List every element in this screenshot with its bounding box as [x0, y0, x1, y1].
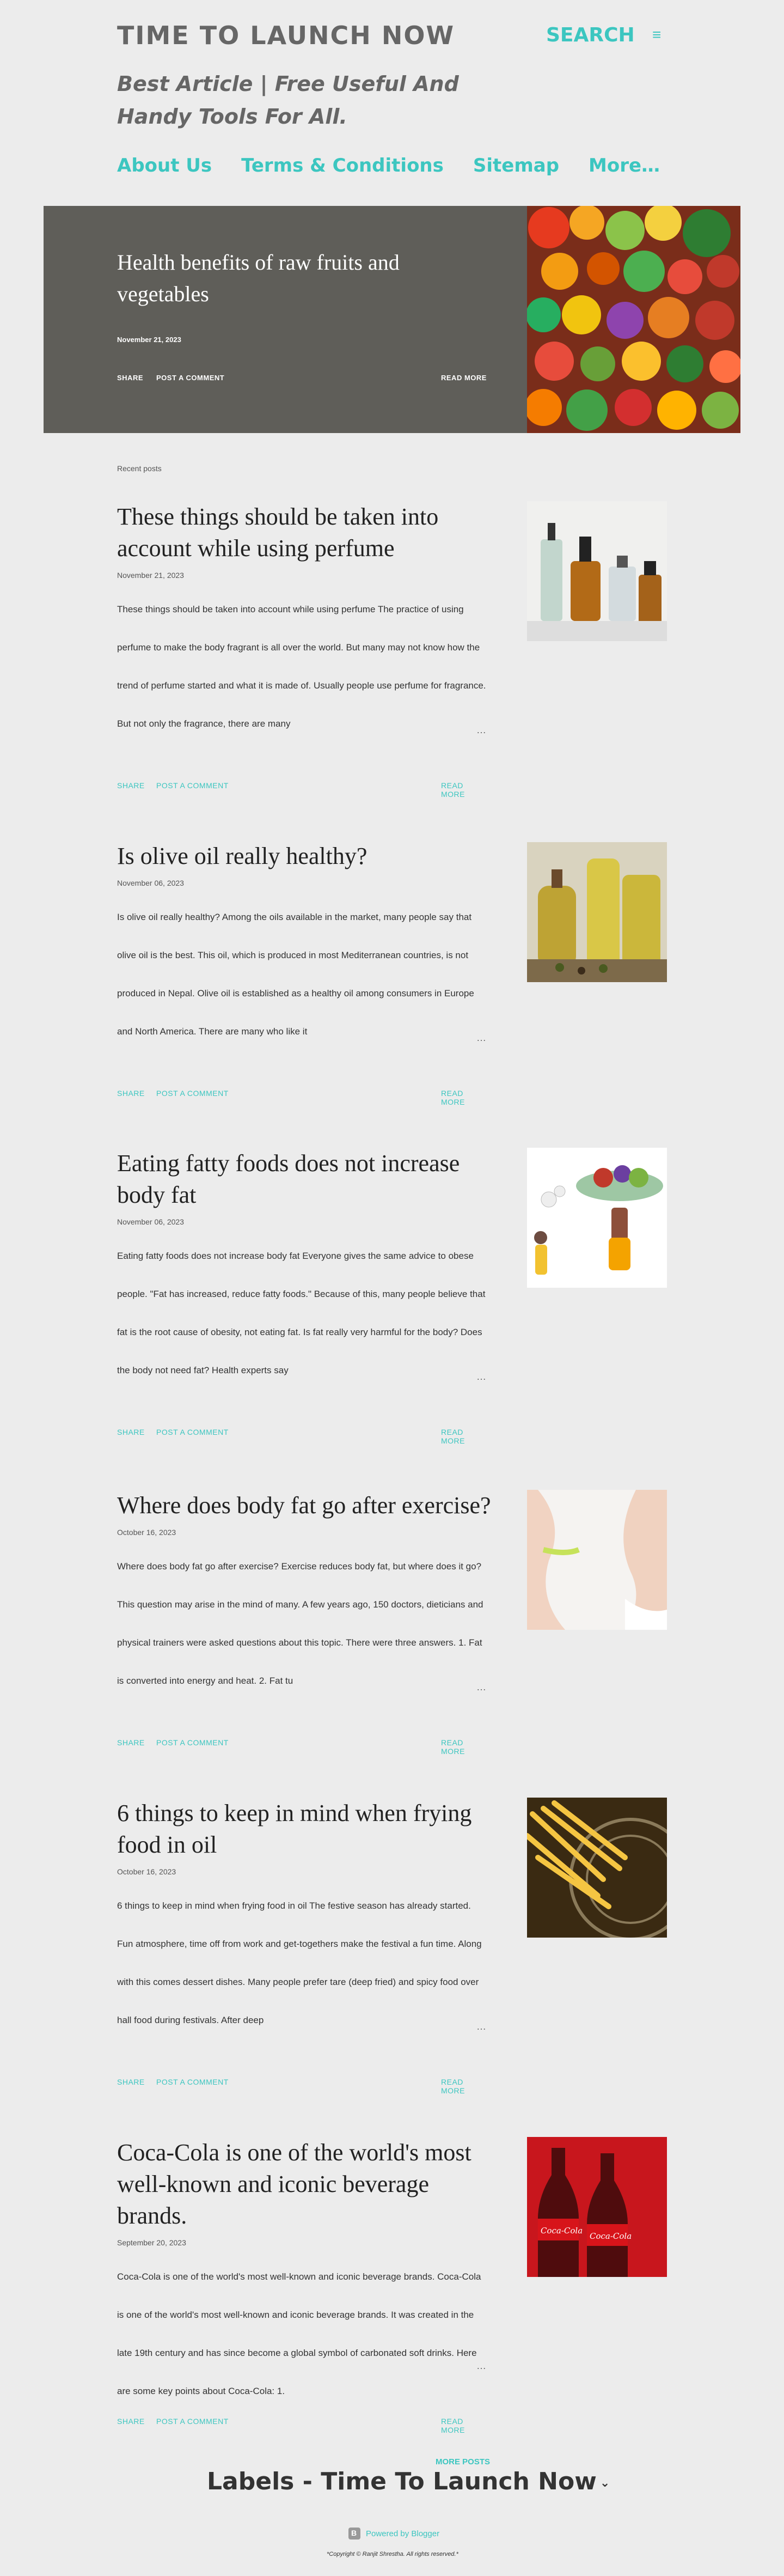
- snippet-ellipsis: …: [476, 1371, 486, 1382]
- snippet-ellipsis: …: [476, 1032, 486, 1043]
- menu-icon[interactable]: ≡: [652, 26, 661, 44]
- labels-title: Labels - Time To Launch Now: [207, 2468, 597, 2495]
- post-thumbnail-perfume[interactable]: [527, 501, 667, 641]
- coca-cola-logo: Coca-Cola: [541, 2226, 583, 2236]
- post-card: Coca-Cola is one of the world's most wel…: [117, 2137, 667, 2442]
- copyright-text: *Copyright © Ranjit Shrestha. All rights…: [327, 2551, 458, 2557]
- post-thumbnail-coca-cola[interactable]: Coca-Cola Coca-Cola: [527, 2137, 667, 2277]
- blogger-icon: [348, 2528, 360, 2540]
- post-snippet: These things should be taken into accoun…: [117, 590, 487, 743]
- comment-link[interactable]: POST A COMMENT: [156, 2078, 229, 2086]
- read-more-link[interactable]: READ MORE: [441, 2078, 487, 2095]
- nav-more[interactable]: More…: [589, 155, 660, 176]
- chevron-down-icon: ⌄: [599, 2476, 610, 2490]
- comment-link[interactable]: POST A COMMENT: [156, 1428, 229, 1436]
- post-title[interactable]: These things should be taken into accoun…: [117, 501, 498, 564]
- top-navigation: About Us Terms & Conditions Sitemap More…: [117, 155, 660, 176]
- read-more-link[interactable]: READ MORE: [441, 781, 487, 799]
- post-title[interactable]: Coca-Cola is one of the world's most wel…: [117, 2137, 498, 2232]
- share-button[interactable]: SHARE: [117, 1089, 145, 1098]
- read-more-link[interactable]: READ MORE: [441, 1089, 487, 1106]
- post-thumbnail-olive-oil[interactable]: [527, 842, 667, 982]
- post-title[interactable]: Is olive oil really healthy?: [117, 841, 498, 872]
- read-more-link[interactable]: READ MORE: [441, 1738, 487, 1756]
- post-title[interactable]: Eating fatty foods does not increase bod…: [117, 1148, 498, 1211]
- nav-about-us[interactable]: About Us: [117, 155, 212, 176]
- snippet-ellipsis: …: [476, 724, 486, 735]
- snippet-ellipsis: …: [476, 2021, 486, 2032]
- comment-link[interactable]: POST A COMMENT: [156, 781, 229, 790]
- featured-post-image-vegetables[interactable]: [527, 206, 740, 433]
- read-more-link[interactable]: READ MORE: [441, 1428, 487, 1445]
- post-snippet: Where does body fat go after exercise? E…: [117, 1548, 487, 1700]
- share-button[interactable]: SHARE: [117, 781, 145, 790]
- post-snippet: Eating fatty foods does not increase bod…: [117, 1237, 487, 1390]
- nav-terms-conditions[interactable]: Terms & Conditions: [241, 155, 444, 176]
- powered-by-blogger[interactable]: Powered by Blogger: [348, 2528, 439, 2540]
- powered-by-text: Powered by Blogger: [366, 2529, 440, 2538]
- post-snippet: Is olive oil really healthy? Among the o…: [117, 898, 487, 1051]
- nav-sitemap[interactable]: Sitemap: [473, 155, 559, 176]
- post-card: Is olive oil really healthy? November 06…: [117, 841, 667, 1113]
- featured-post: Health benefits of raw fruits and vegeta…: [44, 206, 527, 433]
- featured-read-more-link[interactable]: READ MORE: [441, 374, 487, 382]
- featured-comment-link[interactable]: POST A COMMENT: [156, 374, 224, 382]
- featured-post-title[interactable]: Health benefits of raw fruits and vegeta…: [117, 247, 465, 310]
- post-card: 6 things to keep in mind when frying foo…: [117, 1798, 667, 2103]
- search-button[interactable]: SEARCH: [546, 24, 635, 46]
- post-card: Where does body fat go after exercise? O…: [117, 1490, 667, 1762]
- comment-link[interactable]: POST A COMMENT: [156, 2417, 229, 2426]
- post-title[interactable]: 6 things to keep in mind when frying foo…: [117, 1798, 498, 1861]
- share-button[interactable]: SHARE: [117, 1428, 145, 1436]
- blog-title[interactable]: TIME TO LAUNCH NOW: [117, 21, 455, 50]
- post-thumbnail-body-fat[interactable]: [527, 1490, 667, 1630]
- labels-dropdown[interactable]: Labels - Time To Launch Now ⌄: [207, 2468, 610, 2495]
- more-posts-button[interactable]: MORE POSTS: [436, 2457, 490, 2467]
- post-title[interactable]: Where does body fat go after exercise?: [117, 1490, 498, 1521]
- post-snippet: 6 things to keep in mind when frying foo…: [117, 1887, 487, 2039]
- comment-link[interactable]: POST A COMMENT: [156, 1738, 229, 1747]
- featured-post-date: November 21, 2023: [117, 336, 181, 344]
- post-card: These things should be taken into accoun…: [117, 501, 667, 806]
- share-button[interactable]: SHARE: [117, 2417, 145, 2426]
- post-card: Eating fatty foods does not increase bod…: [117, 1148, 667, 1453]
- post-snippet: Coca-Cola is one of the world's most wel…: [117, 2258, 487, 2410]
- post-thumbnail-fatty-foods[interactable]: [527, 1148, 667, 1288]
- snippet-ellipsis: …: [476, 1682, 486, 1692]
- recent-posts-heading: Recent posts: [117, 464, 162, 473]
- post-thumbnail-frying[interactable]: [527, 1798, 667, 1938]
- comment-link[interactable]: POST A COMMENT: [156, 1089, 229, 1098]
- share-button[interactable]: SHARE: [117, 1738, 145, 1747]
- coca-cola-logo: Coca-Cola: [590, 2231, 632, 2241]
- blog-description: Best Article | Free Useful And Handy Too…: [117, 72, 459, 129]
- share-button[interactable]: SHARE: [117, 2078, 145, 2086]
- snippet-ellipsis: …: [476, 2360, 486, 2371]
- read-more-link[interactable]: READ MORE: [441, 2417, 487, 2434]
- featured-share-button[interactable]: SHARE: [117, 374, 143, 382]
